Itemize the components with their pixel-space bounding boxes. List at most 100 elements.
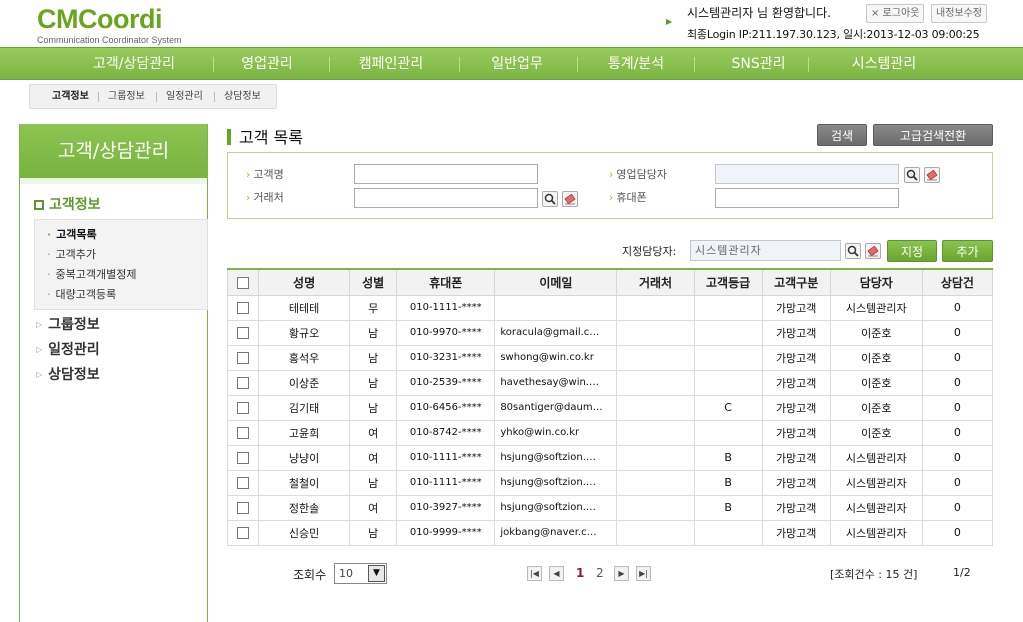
row-checkbox[interactable]	[237, 427, 250, 439]
table-row[interactable]: 고윤희 여 010-8742-**** yhko@win.co.kr 가망고객 이준호 0	[226, 419, 994, 446]
customer-name-input[interactable]	[354, 164, 538, 184]
next-page-icon[interactable]: ▶	[614, 566, 629, 581]
eraser-icon[interactable]	[562, 191, 578, 207]
cell-name[interactable]: 황규오	[258, 319, 351, 346]
col-consult-count[interactable]: 상담건	[921, 268, 994, 296]
cell-name[interactable]: 김기태	[258, 394, 351, 421]
col-grade[interactable]: 고객등급	[693, 268, 763, 296]
result-count: [조회건수 : 15 건]	[830, 568, 918, 581]
col-name[interactable]: 성명	[258, 268, 351, 296]
nav-item-sales[interactable]: 영업관리	[222, 48, 312, 81]
edit-profile-button[interactable]: 내정보수정	[931, 4, 987, 23]
search-icon[interactable]	[845, 243, 861, 259]
cell-name[interactable]: 이상준	[258, 369, 351, 396]
logout-button[interactable]: × 로그아웃	[866, 4, 925, 23]
col-type[interactable]: 고객구분	[761, 268, 831, 296]
advanced-search-button[interactable]: 고급검색전환	[873, 124, 993, 146]
cell-gender: 남	[349, 519, 398, 546]
row-checkbox[interactable]	[237, 502, 250, 514]
sidebar-item-consult-info[interactable]: ▷ 상담정보	[36, 364, 100, 384]
search-icon[interactable]	[542, 191, 558, 207]
first-page-icon[interactable]: |◀	[527, 566, 542, 581]
assign-manager-input[interactable]: 시스템관리자	[690, 240, 841, 261]
cell-manager: 시스템관리자	[829, 494, 923, 521]
row-checkbox[interactable]	[237, 527, 250, 539]
page-number[interactable]: 2	[596, 566, 604, 580]
eraser-icon[interactable]	[865, 243, 881, 259]
col-gender[interactable]: 성별	[349, 268, 398, 296]
nav-item-sns[interactable]: SNS관리	[715, 48, 802, 81]
eraser-icon[interactable]	[924, 167, 940, 183]
table-row[interactable]: 철철이 남 010-1111-**** hsjung@softzion.… B 가망고객 시…	[226, 469, 994, 496]
nav-item-system[interactable]: 시스템관리	[826, 48, 942, 81]
cell-account	[616, 494, 695, 521]
row-checkbox[interactable]	[237, 377, 250, 389]
mobile-input[interactable]	[715, 188, 899, 208]
cell-mobile: 010-9999-****	[396, 519, 496, 546]
nav-item-campaign[interactable]: 캠페인관리	[345, 48, 437, 81]
cell-gender: 남	[349, 369, 398, 396]
nav-item-customer[interactable]: 고객/상담관리	[74, 48, 194, 81]
account-label: › 거래처	[246, 191, 284, 204]
rows-per-page-select[interactable]: 10 ▼	[334, 563, 387, 584]
sidebar-item-dedupe[interactable]: · 중복고객개별정제	[47, 266, 136, 282]
cell-manager: 이준호	[829, 394, 923, 421]
cell-account	[616, 294, 695, 321]
search-icon[interactable]	[904, 167, 920, 183]
cell-name[interactable]: 철철이	[258, 469, 351, 496]
table-row[interactable]: 이상준 남 010-2539-**** havethesay@win.… 가망고객 이준호…	[226, 369, 994, 396]
row-checkbox[interactable]	[237, 302, 250, 314]
assign-button[interactable]: 지정	[887, 240, 937, 262]
cell-name[interactable]: 고윤희	[258, 419, 351, 446]
add-button[interactable]: 추가	[942, 240, 993, 262]
assign-manager-label: 지정담당자:	[622, 245, 677, 258]
cell-name[interactable]: 정한솔	[258, 494, 351, 521]
sidebar-item-bulk-register[interactable]: · 대량고객등록	[47, 286, 116, 302]
sidebar-item-schedule[interactable]: ▷ 일정관리	[36, 339, 100, 359]
select-all-checkbox[interactable]	[237, 276, 250, 289]
last-page-icon[interactable]: ▶|	[636, 566, 651, 581]
sidebar-item-customer-list[interactable]: · 고객목록	[47, 226, 97, 242]
row-checkbox[interactable]	[237, 327, 250, 339]
subtab-customer-info[interactable]: 고객정보	[52, 85, 89, 108]
col-mobile[interactable]: 휴대폰	[396, 268, 496, 296]
cell-name[interactable]: 홍석우	[258, 344, 351, 371]
nav-item-statistics[interactable]: 통계/분석	[592, 48, 680, 81]
subtab-schedule[interactable]: 일정관리	[166, 85, 203, 108]
table-row[interactable]: 황규오 남 010-9970-**** koracula@gmail.c… 가망고객 이준…	[226, 319, 994, 346]
page-title: 고객 목록	[227, 124, 303, 148]
row-checkbox[interactable]	[237, 452, 250, 464]
account-input[interactable]	[354, 188, 538, 208]
row-checkbox[interactable]	[237, 402, 250, 414]
table-row[interactable]: 홍석우 남 010-3231-**** swhong@win.co.kr 가망고객 이준호…	[226, 344, 994, 371]
row-checkbox[interactable]	[237, 352, 250, 364]
table-row[interactable]: 정한솔 여 010-3927-**** hsjung@softzion.… B 가망고객 시…	[226, 494, 994, 521]
cell-name[interactable]: 냥냥이	[258, 444, 351, 471]
cell-gender: 여	[349, 494, 398, 521]
col-manager[interactable]: 담당자	[829, 268, 923, 296]
prev-page-icon[interactable]: ◀	[549, 566, 564, 581]
cell-name[interactable]: 테테테	[258, 294, 351, 321]
sidebar-item-label: 대량고객등록	[55, 288, 117, 301]
cell-name[interactable]: 신승민	[258, 519, 351, 546]
row-checkbox[interactable]	[237, 477, 250, 489]
col-email[interactable]: 이메일	[494, 268, 618, 296]
nav-item-general[interactable]: 일반업무	[476, 48, 558, 81]
cell-mobile: 010-3231-****	[396, 344, 496, 371]
table-row[interactable]: 냥냥이 여 010-1111-**** hsjung@softzion.… B 가망고객 시…	[226, 444, 994, 471]
arrow-right-icon: ▶	[666, 17, 673, 26]
sidebar-item-customer-info[interactable]: 고객정보	[34, 194, 101, 214]
page-number[interactable]: 1	[576, 566, 584, 580]
table-row[interactable]: 테테테 무 010-1111-**** 가망고객 시스템관리자 0	[226, 294, 994, 321]
cell-email	[494, 294, 618, 321]
sidebar-item-group-info[interactable]: ▷ 그룹정보	[36, 314, 100, 334]
sidebar-item-customer-add[interactable]: · 고객추가	[47, 246, 96, 262]
subtab-group-info[interactable]: 그룹정보	[108, 85, 145, 108]
col-account[interactable]: 거래처	[616, 268, 695, 296]
logo[interactable]: CMCoordi Communication Coordinator Syste…	[37, 4, 182, 45]
table-row[interactable]: 신승민 남 010-9999-**** jokbang@naver.c… 가망고객 시스템…	[226, 519, 994, 546]
table-row[interactable]: 김기태 남 010-6456-**** 80santiger@daum… C 가망고객 이준…	[226, 394, 994, 421]
sales-manager-input[interactable]	[715, 164, 899, 184]
subtab-consult-info[interactable]: 상담정보	[224, 85, 261, 108]
search-button[interactable]: 검색	[817, 124, 867, 146]
